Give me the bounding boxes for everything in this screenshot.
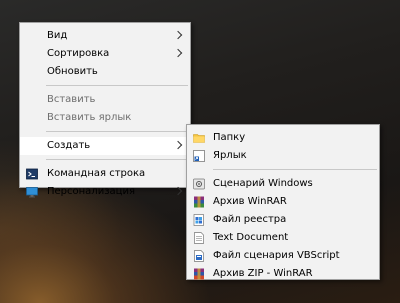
submenu-item-label: Файл реестра: [213, 214, 287, 225]
chevron-right-icon: [173, 186, 183, 196]
menu-item-label: Сортировка: [47, 48, 110, 59]
terminal-icon: [26, 168, 38, 180]
submenu-separator: [213, 169, 377, 170]
menu-item-label: Обновить: [47, 66, 98, 77]
menu-item-personalize[interactable]: Персонализация: [20, 183, 190, 201]
submenu-item-zip-archive[interactable]: Архив ZIP - WinRAR: [187, 265, 379, 283]
text-document-icon: [194, 232, 204, 244]
menu-item-command-prompt[interactable]: Командная строка: [20, 165, 190, 183]
submenu-item-label: Архив WinRAR: [213, 196, 287, 207]
submenu-item-label: Файл сценария VBScript: [213, 250, 340, 261]
winrar-icon: [194, 196, 204, 208]
menu-item-sort[interactable]: Сортировка: [20, 45, 190, 63]
submenu-item-windows-script[interactable]: Сценарий Windows: [187, 175, 379, 193]
submenu-item-shortcut[interactable]: Ярлык: [187, 147, 379, 165]
menu-item-view[interactable]: Вид: [20, 27, 190, 45]
submenu-item-label: Папку: [213, 132, 246, 143]
shortcut-icon: [193, 150, 205, 162]
menu-item-new[interactable]: Создать: [20, 137, 190, 155]
windows-script-icon: [193, 178, 205, 190]
submenu-item-label: Ярлык: [213, 150, 247, 161]
submenu-item-vbscript[interactable]: Файл сценария VBScript: [187, 247, 379, 265]
submenu-item-label: Сценарий Windows: [213, 178, 313, 189]
winrar-zip-icon: [194, 268, 204, 280]
submenu-item-winrar-archive[interactable]: Архив WinRAR: [187, 193, 379, 211]
menu-item-label: Вставить: [47, 94, 96, 105]
menu-item-refresh[interactable]: Обновить: [20, 63, 190, 81]
menu-item-label: Вид: [47, 30, 68, 41]
chevron-right-icon: [173, 140, 183, 150]
folder-icon: [193, 134, 205, 143]
new-submenu: Папку Ярлык Сценарий Windows Архив WinRA…: [186, 124, 380, 280]
chevron-right-icon: [173, 30, 183, 40]
personalization-icon: [26, 187, 38, 198]
menu-item-label: Командная строка: [47, 168, 146, 179]
desktop-context-menu: Вид Сортировка Обновить Вставить Вставит…: [19, 22, 191, 198]
menu-item-paste[interactable]: Вставить: [20, 91, 190, 109]
menu-item-label: Создать: [47, 140, 91, 151]
vbscript-icon: [194, 250, 204, 262]
menu-separator: [46, 85, 188, 86]
menu-item-paste-shortcut[interactable]: Вставить ярлык: [20, 109, 190, 127]
menu-separator: [46, 159, 188, 160]
menu-item-label: Вставить ярлык: [47, 112, 132, 123]
submenu-item-label: Архив ZIP - WinRAR: [213, 268, 313, 279]
registry-file-icon: [193, 214, 204, 226]
menu-item-label: Персонализация: [47, 186, 135, 197]
submenu-item-registry-file[interactable]: Файл реестра: [187, 211, 379, 229]
menu-separator: [46, 131, 188, 132]
submenu-item-folder[interactable]: Папку: [187, 129, 379, 147]
chevron-right-icon: [173, 48, 183, 58]
submenu-item-text-document[interactable]: Text Document: [187, 229, 379, 247]
submenu-item-label: Text Document: [213, 232, 289, 243]
